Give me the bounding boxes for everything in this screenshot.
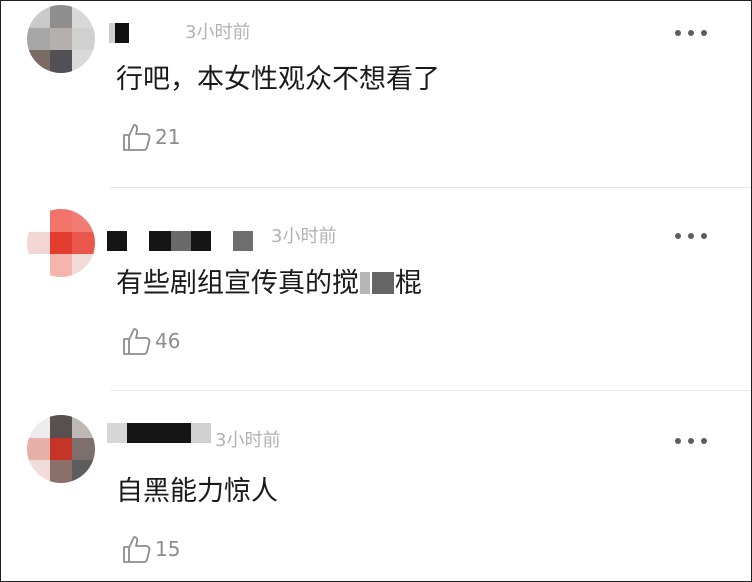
avatar-pixel [49, 5, 73, 28]
like-button[interactable]: 15 [121, 533, 180, 565]
comment-text: 行吧，本女性观众不想看了 [116, 64, 440, 95]
avatar[interactable] [27, 209, 95, 277]
avatar-pixel [27, 231, 50, 255]
avatar[interactable] [27, 5, 95, 73]
thumbs-up-icon [123, 328, 151, 355]
avatar-pixel [49, 415, 73, 438]
more-dots-icon[interactable] [675, 231, 707, 241]
more-dots-icon[interactable] [675, 436, 707, 446]
avatar-pixel [27, 209, 50, 232]
avatar-pixel [49, 209, 73, 232]
comment-item: 3小时前 有些剧组宣传真的搅 棍 46 [1, 189, 751, 390]
avatar-pixel [27, 50, 50, 73]
like-count: 15 [155, 537, 181, 561]
comment-text-start: 有些剧组宣传真的搅 [116, 268, 359, 299]
avatar-pixel [72, 415, 95, 438]
avatar-pixel [72, 460, 95, 483]
avatar-pixel [27, 437, 50, 461]
avatar-pixel [27, 27, 50, 51]
comment-text: 自黑能力惊人 [116, 476, 278, 507]
like-button[interactable]: 21 [121, 121, 180, 153]
username-redacted[interactable] [107, 423, 213, 443]
redacted-character [360, 272, 370, 294]
comment-item: 3小时前 自黑能力惊人 15 [1, 391, 751, 581]
avatar-pixel [49, 27, 73, 51]
avatar-pixel [27, 415, 50, 438]
comment-list: 3小时前 行吧，本女性观众不想看了 21 3小时前 有些剧组宣传真的搅 棍 46 … [0, 0, 752, 582]
avatar-pixel [27, 460, 50, 483]
avatar-pixel [72, 437, 95, 461]
avatar-pixel [49, 254, 73, 277]
comment-item: 3小时前 行吧，本女性观众不想看了 21 [1, 1, 751, 187]
like-button[interactable]: 46 [121, 325, 180, 357]
username-redacted[interactable] [107, 231, 257, 251]
more-dots-icon[interactable] [675, 28, 707, 38]
comment-timestamp: 3小时前 [185, 22, 251, 43]
avatar-pixel [72, 209, 95, 232]
avatar-pixel [72, 231, 95, 255]
thumbs-up-icon [123, 536, 151, 563]
avatar-pixel [49, 460, 73, 483]
comment-text-end: 棍 [395, 268, 422, 299]
avatar-pixel [72, 254, 95, 277]
avatar-pixel [72, 27, 95, 51]
like-count: 46 [155, 329, 181, 353]
avatar-pixel [49, 437, 73, 461]
redacted-character [372, 272, 394, 294]
comment-timestamp: 3小时前 [215, 430, 281, 451]
like-count: 21 [155, 125, 181, 149]
avatar[interactable] [27, 415, 95, 483]
comment-timestamp: 3小时前 [271, 226, 337, 247]
avatar-pixel [72, 50, 95, 73]
avatar-pixel [49, 231, 73, 255]
avatar-pixel [49, 50, 73, 73]
comment-text: 有些剧组宣传真的搅 棍 [116, 267, 422, 301]
avatar-pixel [27, 5, 50, 28]
avatar-pixel [72, 5, 95, 28]
avatar-pixel [27, 254, 50, 277]
thumbs-up-icon [123, 124, 151, 151]
divider [110, 187, 751, 188]
username-redacted[interactable] [109, 23, 133, 43]
